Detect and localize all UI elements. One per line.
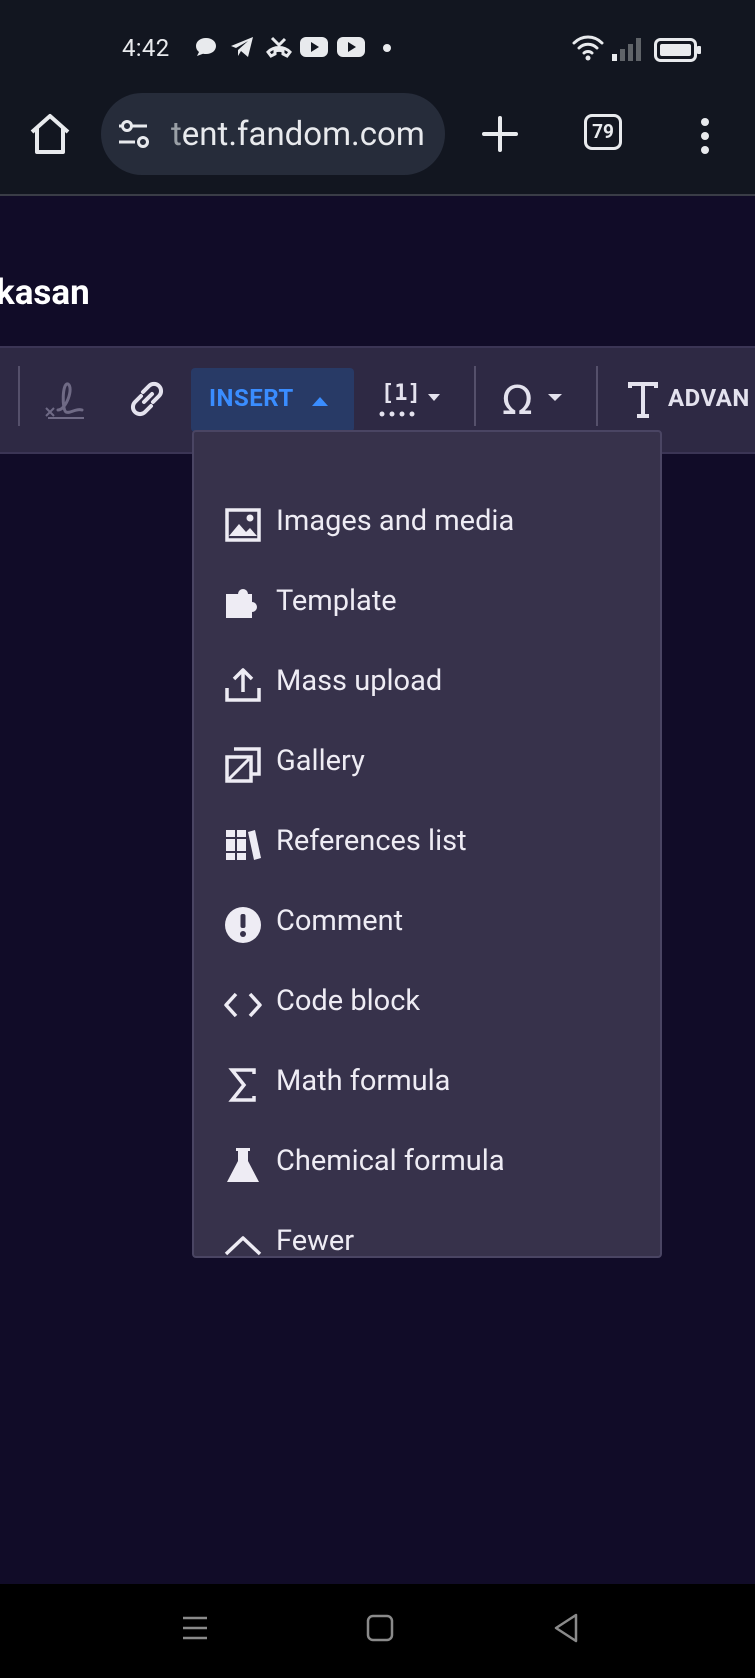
menu-item-label: Comment bbox=[276, 904, 404, 938]
svg-text:[1]: [1] bbox=[381, 381, 421, 406]
citation-dropdown[interactable]: [1] bbox=[376, 376, 452, 426]
books-icon bbox=[226, 830, 261, 860]
special-character-dropdown[interactable]: Ω bbox=[500, 378, 572, 426]
omega-icon: Ω bbox=[502, 378, 562, 424]
advanced-button-label[interactable]: ADVAN bbox=[668, 384, 750, 412]
home-nav-icon[interactable] bbox=[366, 1614, 394, 1642]
youtube-icon bbox=[300, 37, 328, 57]
toolbar-divider bbox=[474, 366, 476, 426]
link-icon[interactable] bbox=[126, 378, 168, 420]
status-bar: 4:42 bbox=[0, 0, 755, 90]
menu-item-math-formula[interactable]: Math formula bbox=[194, 1046, 660, 1126]
menu-item-label: Fewer bbox=[276, 1224, 355, 1258]
chat-bubble-icon bbox=[196, 38, 216, 56]
youtube-icon bbox=[337, 37, 365, 57]
telegram-icon bbox=[231, 37, 253, 57]
insert-menu-button[interactable]: INSERT bbox=[191, 368, 354, 432]
url-host: ent.fandom.com bbox=[181, 115, 425, 154]
url-text[interactable]: tent.fandom.com bbox=[171, 115, 425, 154]
citation-icon: [1] bbox=[379, 381, 440, 417]
tab-count: 79 bbox=[592, 120, 614, 143]
recent-apps-icon[interactable] bbox=[180, 1614, 210, 1642]
caret-up-icon bbox=[312, 397, 328, 406]
more-notifications-dot-icon bbox=[383, 44, 391, 52]
menu-item-label: Template bbox=[276, 584, 397, 618]
menu-item-label: Math formula bbox=[276, 1064, 451, 1098]
menu-item-code-block[interactable]: Code block bbox=[194, 966, 660, 1046]
signature-icon[interactable] bbox=[44, 380, 86, 420]
signal-icon bbox=[612, 38, 641, 61]
battery-icon bbox=[654, 38, 701, 62]
image-icon bbox=[225, 508, 261, 542]
menu-item-references-list[interactable]: References list bbox=[194, 806, 660, 886]
insert-dropdown-menu: Images and media Template Mass upload Ga… bbox=[192, 430, 662, 1258]
address-bar[interactable]: tent.fandom.com bbox=[101, 93, 445, 175]
menu-item-gallery[interactable]: Gallery bbox=[194, 726, 660, 806]
insert-button-label: INSERT bbox=[209, 384, 294, 412]
menu-item-label: Images and media bbox=[276, 504, 515, 538]
menu-item-label: Chemical formula bbox=[276, 1144, 505, 1178]
page-title: kasan bbox=[0, 272, 90, 313]
code-icon bbox=[224, 992, 262, 1018]
browser-toolbar: tent.fandom.com 79 bbox=[0, 90, 755, 196]
menu-item-mass-upload[interactable]: Mass upload bbox=[194, 646, 660, 726]
new-tab-icon[interactable] bbox=[478, 110, 522, 158]
menu-item-template[interactable]: Template bbox=[194, 566, 660, 646]
svg-text:Ω: Ω bbox=[502, 378, 533, 424]
menu-item-chemical-formula[interactable]: Chemical formula bbox=[194, 1126, 660, 1206]
gallery-icon bbox=[225, 747, 261, 783]
toolbar-divider bbox=[596, 366, 598, 426]
back-nav-icon[interactable] bbox=[552, 1612, 580, 1644]
exclamation-icon bbox=[225, 907, 261, 943]
url-faded-prefix: t bbox=[171, 115, 182, 154]
menu-item-fewer[interactable]: Fewer bbox=[194, 1206, 660, 1286]
home-icon[interactable] bbox=[26, 110, 74, 158]
more-options-icon[interactable] bbox=[688, 112, 722, 160]
missed-call-icon bbox=[266, 36, 292, 58]
menu-item-label: Code block bbox=[276, 984, 421, 1018]
chevron-up-icon bbox=[224, 1236, 262, 1256]
menu-item-label: References list bbox=[276, 824, 467, 858]
status-time: 4:42 bbox=[122, 34, 170, 62]
puzzle-icon bbox=[226, 589, 257, 618]
menu-item-images-and-media[interactable]: Images and media bbox=[194, 486, 660, 566]
flask-icon bbox=[227, 1148, 259, 1182]
menu-item-comment[interactable]: Comment bbox=[194, 886, 660, 966]
site-settings-icon[interactable] bbox=[117, 117, 153, 151]
wifi-icon bbox=[572, 35, 604, 61]
system-navigation-bar bbox=[0, 1584, 755, 1678]
menu-item-label: Mass upload bbox=[276, 664, 443, 698]
upload-icon bbox=[225, 668, 261, 702]
text-style-icon[interactable] bbox=[626, 380, 660, 420]
tab-switcher-button[interactable]: 79 bbox=[584, 114, 622, 150]
menu-item-label: Gallery bbox=[276, 744, 365, 778]
toolbar-divider bbox=[18, 366, 20, 426]
sigma-icon bbox=[228, 1068, 256, 1102]
